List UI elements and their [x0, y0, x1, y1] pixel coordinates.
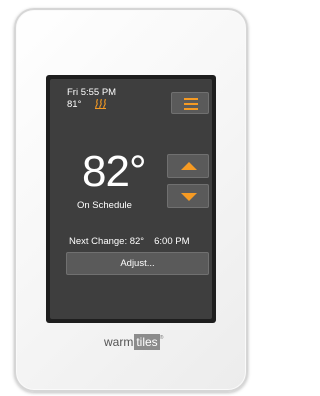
brand-registered: ®: [159, 335, 164, 341]
clock-display: Fri 5:55 PM: [67, 87, 117, 98]
arrow-down-icon: [181, 193, 197, 201]
hamburger-menu-icon: [184, 98, 198, 113]
temperature-down-button[interactable]: [167, 184, 209, 208]
arrow-up-icon: [181, 162, 197, 170]
adjust-button[interactable]: Adjust...: [66, 252, 209, 275]
temperature-up-button[interactable]: [167, 154, 209, 178]
brand-warm: warm: [104, 335, 134, 349]
next-change-time: 6:00 PM: [154, 236, 190, 247]
heat-waves-icon: [95, 99, 106, 109]
brand-tiles: tiles: [134, 334, 160, 350]
brand-logo: warm tiles ®: [104, 334, 164, 350]
schedule-status: On Schedule: [77, 200, 132, 211]
next-change-info: Next Change: 82° 6:00 PM: [69, 236, 190, 247]
room-temperature: 81°: [67, 99, 82, 110]
menu-button[interactable]: [171, 92, 209, 114]
setpoint-temperature: 82°: [82, 147, 147, 196]
next-change-label: Next Change: 82°: [69, 236, 145, 247]
